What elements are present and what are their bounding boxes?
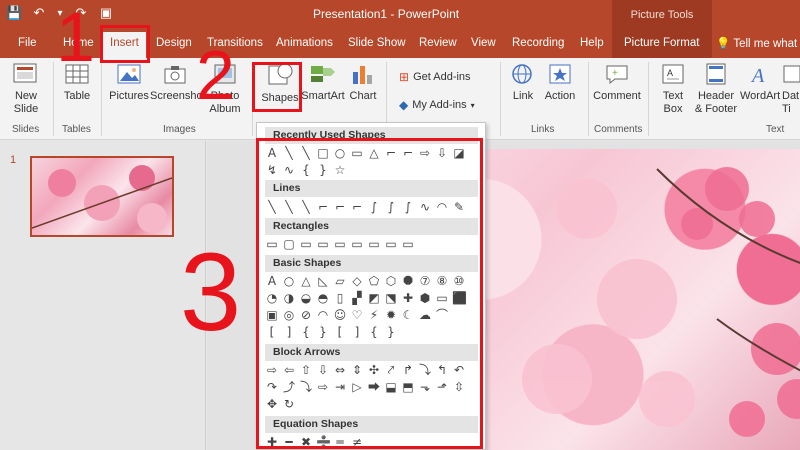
tell-me-search[interactable]: 💡 Tell me what [716,36,797,50]
group-label-text: Text [766,124,785,135]
tab-file[interactable]: File [18,37,37,49]
tab-design[interactable]: Design [156,37,192,49]
group-label-comments: Comments [594,124,643,135]
svg-text:+: + [612,68,618,79]
tab-recording[interactable]: Recording [512,37,564,49]
separator [500,62,501,136]
cherry-blossom-thumbnail-image [32,165,172,233]
screenshot-icon [164,66,186,84]
new-slide-icon [13,63,37,83]
store-icon: ⊞ [399,70,410,84]
smartart-label: SmartArt [301,90,345,102]
comment-label: Comment [593,90,641,102]
annotation-number-2: 2 [196,36,235,114]
separator [648,62,649,136]
tab-picture-format[interactable]: Picture Format [624,37,699,49]
screenshot-button[interactable]: Screenshot [150,62,206,103]
document-title: Presentation1 - PowerPoint [313,7,460,21]
chart-label: Chart [349,90,377,102]
new-slide-label: New Slide [13,90,39,115]
group-label-slides: Slides [12,124,40,135]
new-slide-button[interactable]: New Slide [8,62,44,116]
action-button[interactable]: Action [540,62,580,103]
wordart-button[interactable]: A WordArt [740,62,780,103]
text-box-icon: A [662,64,684,84]
link-button[interactable]: Link [506,62,540,103]
text-box-label: Text Box [662,90,684,115]
date-time-label: Dat Ti [782,90,800,115]
text-box-button[interactable]: A Text Box [656,62,690,116]
lightbulb-icon: 💡 [716,38,731,50]
save-icon[interactable]: 💾 [6,5,22,21]
pictures-icon [117,64,141,84]
link-icon [512,64,532,84]
get-addins-button[interactable]: ⊞ Get Add-ins [399,70,471,84]
header-footer-button[interactable]: Header & Footer [692,62,740,116]
pictures-button[interactable]: Pictures [108,62,150,103]
annotation-box-shapes-menu [256,138,483,449]
chart-button[interactable]: Chart [346,62,380,103]
my-addins-button[interactable]: ◆ My Add-ins ▾ [399,98,475,112]
dropdown-arrow-icon: ▾ [470,100,475,110]
tab-view[interactable]: View [471,37,496,49]
comment-button[interactable]: + Comment [592,62,642,103]
tab-slide-show[interactable]: Slide Show [348,37,406,49]
tab-animations[interactable]: Animations [276,37,333,49]
my-addins-label: My Add-ins [412,99,467,111]
table-label: Table [63,90,91,102]
group-label-links: Links [531,124,555,135]
svg-text:A: A [750,65,765,86]
chart-icon [353,66,372,84]
group-label-images: Images [163,124,196,135]
separator [101,62,102,136]
header-footer-icon [706,63,726,85]
date-time-icon [783,65,800,83]
tell-me-label: Tell me what [733,38,798,50]
pictures-label: Pictures [109,90,149,102]
slide-thumbnail[interactable] [30,156,174,237]
link-label: Link [512,90,534,102]
smartart-icon [311,66,335,82]
slide-number: 1 [10,154,17,166]
tab-review[interactable]: Review [419,37,457,49]
date-time-button[interactable]: Dat Ti [782,62,800,116]
action-label: Action [544,90,576,102]
tab-help[interactable]: Help [580,37,604,49]
smartart-button[interactable]: SmartArt [300,62,346,103]
annotation-box-insert [100,25,150,63]
wordart-icon: A [750,65,765,86]
annotation-number-3: 3 [180,231,242,354]
group-label-tables: Tables [62,124,91,135]
annotation-number-1: 1 [56,0,95,76]
header-footer-label: Header & Footer [694,90,738,115]
svg-text:A: A [667,68,673,78]
picture-tools-label: Picture Tools [612,0,712,30]
action-icon [549,64,571,84]
comment-icon: + [606,65,628,85]
separator [53,62,54,136]
addin-icon: ◆ [399,98,409,112]
separator [588,62,589,136]
wordart-label: WordArt [740,90,781,102]
start-from-beginning-icon[interactable]: ▣ [98,5,114,21]
slide-thumbnail-pane: 1 [0,141,206,450]
annotation-box-shapes [252,62,302,112]
undo-icon[interactable]: ↶ [31,5,47,21]
get-addins-label: Get Add-ins [413,71,471,83]
